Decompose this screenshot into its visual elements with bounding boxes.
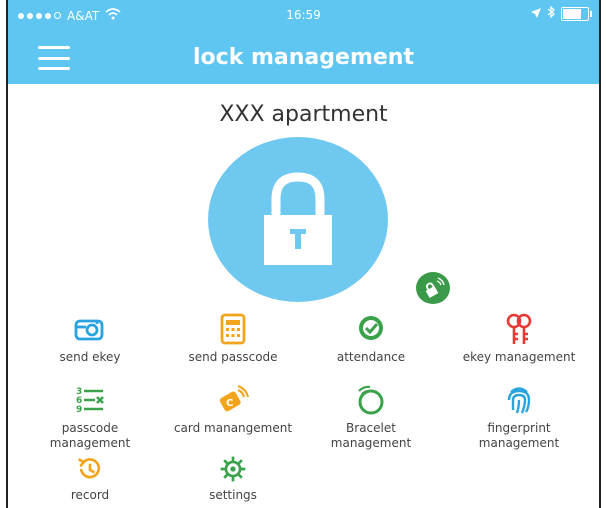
app-frame: A&AT 16:59 lock management XXX apartment (6, 0, 601, 508)
bracelet-icon (358, 385, 384, 415)
settings-button[interactable]: settings (166, 454, 300, 503)
ekey-icon (74, 319, 104, 341)
passcode-management-label: passcode management (49, 421, 131, 450)
nav-bar: lock management (8, 30, 599, 84)
page-title: lock management (193, 45, 414, 70)
send-passcode-button[interactable]: send passcode (166, 312, 300, 365)
status-bar: A&AT 16:59 (8, 0, 599, 30)
wireless-lock-icon (425, 277, 445, 298)
svg-text:C: C (226, 398, 233, 409)
send-ekey-label: send ekey (59, 350, 121, 364)
bracelet-management-button[interactable]: Bracelet management (304, 383, 438, 451)
record-button[interactable]: record (23, 454, 157, 503)
bracelet-management-label: Bracelet management (330, 421, 412, 450)
card-management-button[interactable]: C card manangement (166, 383, 300, 436)
send-ekey-button[interactable]: send ekey (23, 312, 157, 365)
svg-text:9: 9 (76, 405, 82, 415)
record-label: record (70, 488, 110, 502)
passcode-keypad-icon (220, 313, 246, 345)
status-time: 16:59 (286, 8, 321, 22)
status-right (531, 5, 592, 21)
location-arrow-icon (531, 7, 541, 21)
passcode-management-button[interactable]: 3 6 9 passcode management (23, 383, 157, 451)
attendance-label: attendance (336, 350, 406, 364)
send-passcode-label: send passcode (188, 350, 278, 364)
record-history-icon (77, 458, 101, 479)
lock-button[interactable] (208, 137, 388, 302)
attendance-button[interactable]: attendance (304, 312, 438, 365)
attendance-check-icon (359, 316, 383, 340)
fingerprint-icon (507, 387, 531, 414)
ekey-management-label: ekey management (462, 350, 576, 364)
fingerprint-management-button[interactable]: fingerprint management (452, 383, 586, 451)
settings-label: settings (209, 488, 257, 502)
battery-icon (561, 6, 592, 21)
bluetooth-icon (547, 5, 555, 21)
keys-icon (506, 313, 532, 344)
remote-unlock-badge[interactable] (416, 272, 450, 304)
lock-name: XXX apartment (219, 102, 388, 127)
passcode-list-icon: 3 6 9 (76, 387, 104, 415)
fingerprint-management-label: fingerprint management (478, 421, 560, 450)
padlock-icon (264, 172, 332, 265)
gear-icon (220, 456, 246, 482)
card-icon: C (219, 384, 250, 412)
card-management-label: card manangement (173, 421, 293, 435)
ekey-management-button[interactable]: ekey management (452, 312, 586, 365)
